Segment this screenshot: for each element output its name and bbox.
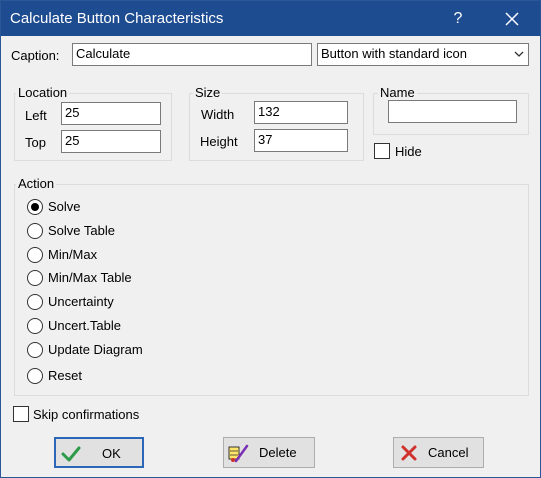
radio-button[interactable] [27, 199, 43, 215]
name-input[interactable] [388, 100, 517, 123]
button-style-select[interactable]: Button with standard icon [317, 43, 529, 66]
red-x-icon [401, 445, 417, 461]
height-input[interactable]: 37 [254, 129, 348, 152]
radio-label: Min/Max Table [48, 270, 132, 285]
radio-button[interactable] [27, 368, 43, 384]
hide-checkbox[interactable] [374, 143, 390, 159]
radio-button[interactable] [27, 342, 43, 358]
radio-button[interactable] [27, 294, 43, 310]
ok-button[interactable]: OK [54, 437, 144, 468]
radio-button[interactable] [27, 270, 43, 286]
left-label: Left [25, 108, 47, 123]
cancel-button[interactable]: Cancel [393, 437, 484, 468]
delete-label: Delete [259, 445, 297, 460]
delete-icon [228, 444, 249, 463]
cancel-label: Cancel [428, 445, 469, 460]
hide-label: Hide [395, 144, 422, 159]
radio-label: Update Diagram [48, 342, 143, 357]
button-style-value: Button with standard icon [321, 46, 467, 61]
skip-confirmations-label: Skip confirmations [33, 407, 140, 422]
radio-label: Solve [48, 199, 81, 214]
radio-button[interactable] [27, 223, 43, 239]
action-group [14, 184, 529, 396]
ok-label: OK [102, 446, 121, 461]
radio-button[interactable] [27, 247, 43, 263]
radio-label: Min/Max [48, 247, 98, 262]
top-input[interactable]: 25 [61, 130, 161, 153]
action-title: Action [16, 176, 57, 191]
radio-label: Reset [48, 368, 82, 383]
close-button[interactable] [498, 6, 526, 32]
radio-label: Uncert.Table [48, 318, 121, 333]
checkmark-icon [61, 446, 81, 462]
help-button[interactable]: ? [446, 7, 470, 31]
width-label: Width [201, 107, 235, 122]
caption-label: Caption: [11, 48, 60, 63]
top-label: Top [25, 135, 46, 150]
size-title: Size [193, 85, 223, 100]
chevron-down-icon [514, 51, 524, 57]
caption-input[interactable]: Calculate [72, 43, 312, 66]
title-bar: Calculate Button Characteristics ? [1, 1, 540, 36]
skip-confirmations-checkbox[interactable] [13, 406, 29, 422]
radio-label: Solve Table [48, 223, 115, 238]
radio-button[interactable] [27, 318, 43, 334]
radio-label: Uncertainty [48, 294, 114, 309]
height-label: Height [200, 134, 238, 149]
radio-selected-dot [31, 203, 39, 211]
name-title: Name [378, 85, 417, 100]
dialog-window: Calculate Button Characteristics ? Capti… [0, 0, 541, 478]
width-input[interactable]: 132 [254, 101, 348, 124]
left-input[interactable]: 25 [61, 102, 161, 125]
window-title: Calculate Button Characteristics [10, 10, 224, 27]
delete-button[interactable]: Delete [223, 437, 315, 468]
close-icon [505, 12, 519, 26]
location-title: Location [16, 85, 70, 100]
